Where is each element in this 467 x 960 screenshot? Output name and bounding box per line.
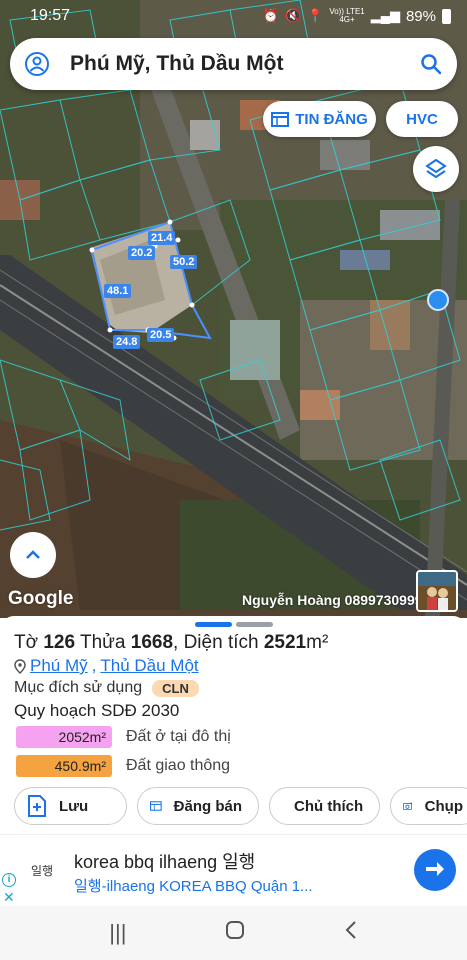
directions-icon [426,862,444,876]
camera-icon [403,802,413,811]
plot-edge-label: 20.2 [128,246,156,260]
post-sale-button[interactable]: Đăng bán [137,787,259,825]
status-bar: 19:57 ⏰ 🔇 📍 Vo)) LTE1 4G+ ▂▄▆ 89% [0,0,467,32]
battery-icon [442,8,451,24]
plan-title: Quy hoạch SDĐ 2030 [14,701,180,720]
search-icon[interactable] [419,52,443,76]
action-buttons: Lưu Đăng bán Chủ thích Chụp [14,787,467,825]
home-icon[interactable] [225,920,245,946]
parcel-info-sheet[interactable]: Tờ 126 Thửa 1668, Diện tích 2521m² Phú M… [0,616,467,834]
calendar-icon [271,112,290,127]
purpose-label: Mục đích sử dụng [14,679,143,696]
ad-title[interactable]: korea bbq ilhaeng 일행 [74,848,255,874]
recent-apps-icon[interactable]: ||| [109,920,126,946]
zone-row: 450.9m² Đất giao thông [16,755,230,777]
hvc-label: HVC [406,110,438,128]
ad-close-icon[interactable]: ✕ [3,889,15,906]
account-icon[interactable] [24,51,50,77]
hvc-button[interactable]: HVC [386,101,458,137]
ward-link[interactable]: Phú Mỹ [30,656,88,676]
chevron-up-icon [26,550,40,559]
mute-icon: 🔇 [284,8,302,23]
tin-dang-label: TIN ĐĂNG [295,110,368,128]
listing-icon [150,801,162,811]
sheet-handle[interactable] [195,622,273,627]
layers-icon [425,158,447,179]
agent-name[interactable]: Nguyễn Hoàng 0899730999 [242,592,423,608]
map-view[interactable]: 21.4 20.2 50.2 48.1 20.5 24.8 [0,0,467,618]
expand-up-button[interactable] [10,532,56,578]
land-purpose-row: Mục đích sử dụng CLN [14,679,199,697]
save-button[interactable]: Lưu [14,787,127,825]
my-location-dot [427,289,449,311]
search-bar[interactable]: Phú Mỹ, Thủ Dầu Một [10,38,457,90]
back-icon[interactable] [344,920,358,946]
purpose-code-badge: CLN [152,679,199,697]
parcel-location: Phú Mỹ, Thủ Dầu Một [14,656,199,676]
zone-area-bar: 450.9m² [16,755,112,777]
ad-logo: 일행 [30,863,54,878]
note-button[interactable]: Chủ thích [269,787,380,825]
map-pin-icon [14,658,26,674]
plot-edge-label: 21.4 [148,231,176,245]
ad-info-icon[interactable]: i [2,873,16,887]
google-logo: Google [8,588,74,609]
location-icon: 📍 [307,8,324,23]
zone-area-bar: 2052m² [16,726,112,748]
battery-percent: 89% [405,7,436,25]
zone-label: Đất ở tại đô thị [126,728,231,745]
plot-edge-label: 20.5 [147,328,175,342]
system-nav-bar: ||| [0,906,467,960]
ad-banner[interactable]: 일행 korea bbq ilhaeng 일행 일행-ilhaeng KOREA… [0,834,467,906]
plot-edge-label: 50.2 [170,255,198,269]
network-indicator: Vo)) LTE1 4G+ [329,7,365,24]
alarm-icon: ⏰ [262,8,279,23]
capture-button[interactable]: Chụp [390,787,467,825]
add-document-icon [28,795,46,817]
zone-row: 2052m² Đất ở tại đô thị [16,726,231,748]
agent-avatar[interactable] [416,570,458,612]
tin-dang-button[interactable]: TIN ĐĂNG [263,101,376,137]
plot-edge-label: 48.1 [104,284,132,298]
ad-directions-button[interactable] [414,849,456,891]
status-time: 19:57 [30,7,71,24]
parcel-summary: Tờ 126 Thửa 1668, Diện tích 2521m² [14,632,329,653]
ad-subtitle[interactable]: 일행-ilhaeng KOREA BBQ Quận 1... [74,875,313,896]
plot-edge-label: 24.8 [113,335,141,349]
district-link[interactable]: Thủ Dầu Một [100,656,198,676]
zone-label: Đất giao thông [126,757,231,774]
search-title[interactable]: Phú Mỹ, Thủ Dầu Một [70,52,283,76]
signal-icon: ▂▄▆ [370,8,400,23]
layers-button[interactable] [413,146,459,192]
